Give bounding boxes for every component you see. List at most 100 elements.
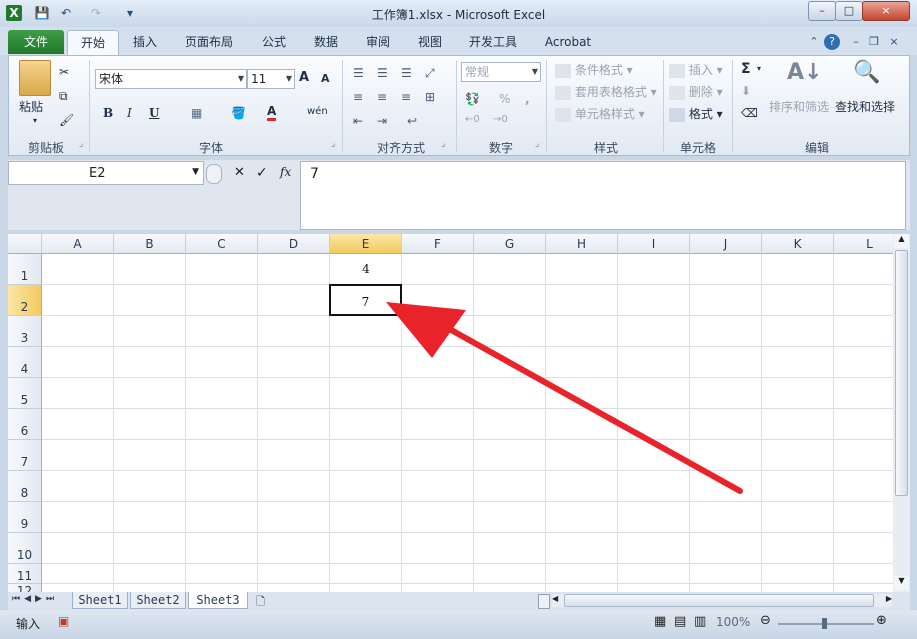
- vertical-scrollbar[interactable]: ▲ ▼: [893, 234, 910, 592]
- align-bottom-icon[interactable]: ☰: [401, 66, 412, 80]
- italic-button[interactable]: I: [127, 106, 132, 120]
- sort-filter-icon[interactable]: A↓: [787, 60, 822, 92]
- conditional-formatting-button[interactable]: 条件格式 ▾: [555, 61, 633, 78]
- clear-icon[interactable]: ⌫: [741, 106, 758, 120]
- formula-input[interactable]: 7: [300, 161, 906, 230]
- enter-button[interactable]: ✓: [256, 165, 268, 181]
- font-name-select[interactable]: 宋体 ▼: [95, 69, 247, 89]
- tab-insert[interactable]: 插入: [125, 30, 165, 54]
- macro-record-icon[interactable]: ▣: [58, 614, 69, 628]
- sheet-tab-3-active[interactable]: Sheet3: [188, 592, 248, 609]
- scroll-right-icon[interactable]: ▶: [886, 594, 892, 603]
- percent-button[interactable]: %: [499, 92, 510, 106]
- sheet-tab-2[interactable]: Sheet2: [130, 592, 186, 609]
- find-binoculars-icon[interactable]: 🔍: [853, 60, 880, 85]
- format-painter-icon[interactable]: 🖌: [59, 113, 74, 127]
- autosum-button[interactable]: Σ: [741, 61, 751, 77]
- insert-function-button[interactable]: fx: [280, 165, 291, 179]
- zoom-level[interactable]: 100%: [716, 615, 750, 629]
- paste-icon[interactable]: [19, 60, 51, 96]
- number-dialog-launcher-icon[interactable]: ⌟: [535, 139, 539, 149]
- ribbon-collapse-icon[interactable]: ⌃: [806, 34, 822, 50]
- decrease-indent-icon[interactable]: ⇤: [353, 114, 363, 128]
- align-left-icon[interactable]: ≡: [353, 90, 363, 104]
- tab-split-handle[interactable]: [538, 594, 550, 609]
- shrink-font-button[interactable]: A: [321, 72, 330, 85]
- phonetic-button[interactable]: wén: [307, 106, 328, 117]
- align-right-icon[interactable]: ≡: [401, 90, 411, 104]
- font-color-button[interactable]: A: [267, 104, 277, 121]
- zoom-out-icon[interactable]: ⊖: [760, 613, 771, 628]
- wrap-text-icon[interactable]: ↩: [407, 114, 417, 128]
- zoom-in-icon[interactable]: ⊕: [876, 613, 887, 628]
- horizontal-scrollbar[interactable]: ◀ ▶: [552, 594, 892, 607]
- sheet-tab-1[interactable]: Sheet1: [72, 592, 128, 609]
- format-cells-button[interactable]: 格式 ▾: [669, 105, 723, 122]
- alignment-dialog-launcher-icon[interactable]: ⌟: [441, 139, 445, 149]
- underline-button[interactable]: U: [149, 106, 159, 120]
- page-break-view-icon[interactable]: ▥: [694, 614, 706, 629]
- doc-minimize-icon[interactable]: –: [848, 34, 864, 50]
- normal-view-icon[interactable]: ▦: [654, 614, 666, 629]
- name-box-dropdown-icon[interactable]: ▼: [192, 167, 199, 177]
- name-box[interactable]: E2 ▼: [8, 161, 204, 185]
- increase-indent-icon[interactable]: ⇥: [377, 114, 387, 128]
- orientation-icon[interactable]: ⤢: [425, 66, 435, 81]
- scroll-left-icon[interactable]: ◀: [552, 594, 558, 603]
- tab-view[interactable]: 视图: [410, 30, 450, 54]
- maximize-button[interactable]: □: [835, 1, 863, 21]
- align-middle-icon[interactable]: ☰: [377, 66, 388, 80]
- decrease-decimal-icon[interactable]: →0: [493, 114, 508, 125]
- horizontal-scroll-thumb[interactable]: [564, 594, 874, 607]
- currency-icon[interactable]: 💱: [465, 92, 480, 106]
- grow-font-button[interactable]: A: [299, 70, 309, 85]
- tab-acrobat[interactable]: Acrobat: [538, 30, 598, 54]
- tab-developer[interactable]: 开发工具: [462, 30, 524, 54]
- tab-file[interactable]: 文件: [8, 30, 64, 54]
- formula-bar-splitter[interactable]: [206, 164, 222, 184]
- fill-color-icon[interactable]: 🪣: [231, 106, 246, 120]
- tab-review[interactable]: 审阅: [358, 30, 398, 54]
- delete-cells-button[interactable]: 删除 ▾: [669, 83, 723, 100]
- find-select-button[interactable]: 查找和选择: [835, 98, 895, 115]
- bold-button[interactable]: B: [103, 106, 113, 120]
- scroll-down-icon[interactable]: ▼: [894, 576, 909, 590]
- worksheet-grid[interactable]: A B C D E F G H I J K L 1 2 3 4 5 6 7 8 …: [8, 234, 894, 592]
- cell-styles-button[interactable]: 单元格样式 ▾: [555, 105, 645, 122]
- tab-formulas[interactable]: 公式: [254, 30, 294, 54]
- borders-icon[interactable]: ▦: [191, 106, 202, 120]
- font-dialog-launcher-icon[interactable]: ⌟: [331, 139, 335, 149]
- dialog-launcher-icon[interactable]: ⌟: [79, 139, 83, 149]
- autosum-dropdown-icon[interactable]: ▾: [757, 64, 761, 73]
- comma-button[interactable]: ,: [525, 92, 530, 106]
- cut-icon[interactable]: ✂: [59, 65, 69, 79]
- close-button[interactable]: ×: [862, 1, 910, 21]
- format-as-table-button[interactable]: 套用表格格式 ▾: [555, 83, 657, 100]
- align-center-icon[interactable]: ≡: [377, 90, 387, 104]
- doc-restore-icon[interactable]: ❐: [866, 34, 882, 50]
- help-icon[interactable]: ?: [824, 34, 840, 50]
- page-layout-view-icon[interactable]: ▤: [674, 614, 686, 629]
- scroll-up-icon[interactable]: ▲: [894, 234, 909, 248]
- sort-filter-button[interactable]: 排序和筛选: [769, 98, 829, 115]
- merge-cells-icon[interactable]: ⊞: [425, 90, 435, 104]
- insert-cells-button[interactable]: 插入 ▾: [669, 61, 723, 78]
- align-top-icon[interactable]: ☰: [353, 66, 364, 80]
- doc-close-icon[interactable]: ×: [886, 34, 902, 50]
- increase-decimal-icon[interactable]: ←0: [465, 114, 480, 125]
- cell-styles-label: 单元格样式: [574, 107, 635, 121]
- vertical-scroll-thumb[interactable]: [895, 250, 908, 496]
- tab-data[interactable]: 数据: [306, 30, 346, 54]
- number-format-select[interactable]: 常规 ▼: [461, 62, 541, 82]
- cancel-button[interactable]: ✕: [234, 165, 245, 180]
- fill-icon[interactable]: ⬇: [741, 84, 751, 98]
- paste-dropdown-icon[interactable]: ▾: [33, 116, 37, 125]
- copy-icon[interactable]: ⧉: [59, 89, 68, 104]
- sheet-nav-icon[interactable]: ⏮◀▶⏭: [12, 594, 58, 604]
- font-size-select[interactable]: 11 ▼: [247, 69, 295, 89]
- tab-home[interactable]: 开始: [67, 30, 119, 56]
- paste-button[interactable]: 粘贴: [19, 98, 43, 115]
- zoom-slider-thumb[interactable]: [822, 618, 827, 629]
- minimize-button[interactable]: –: [808, 1, 836, 21]
- tab-page-layout[interactable]: 页面布局: [178, 30, 240, 54]
